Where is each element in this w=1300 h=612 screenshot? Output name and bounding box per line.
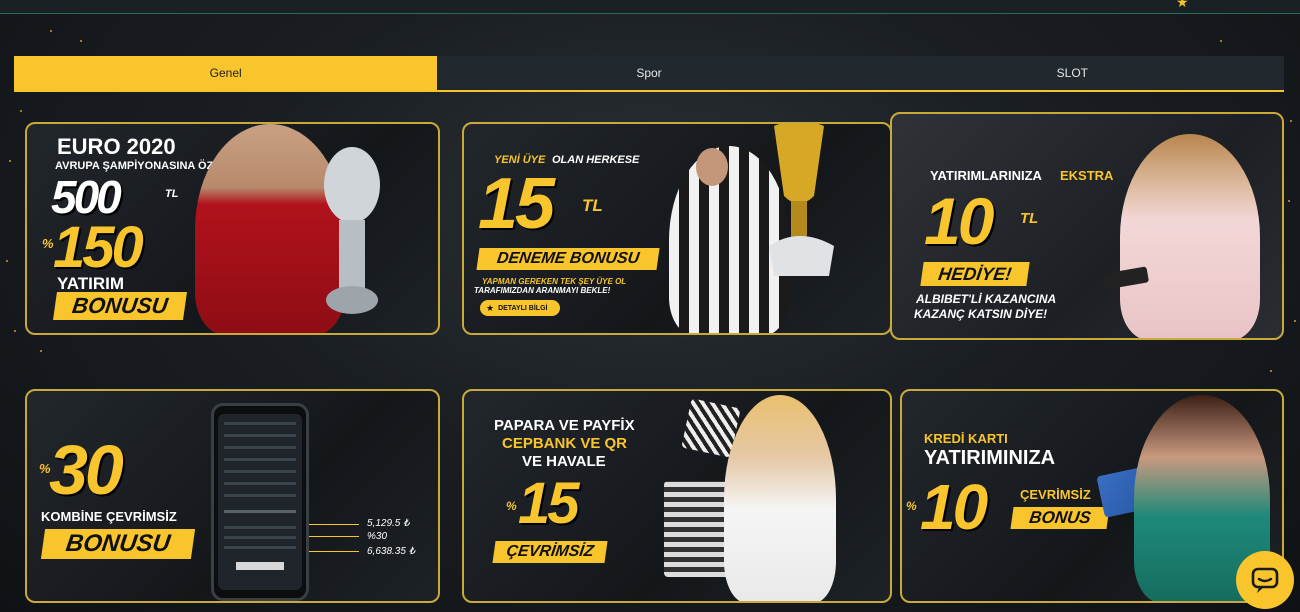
deneme-note1: YAPMAN GEREKEN TEK ŞEY ÜYE OL — [482, 277, 627, 286]
papara-line3: VE HAVALE — [522, 453, 606, 470]
kombine-val1: 5,129.5 ₺ — [367, 518, 410, 529]
deneme-badge: DENEME BONUSU — [476, 248, 660, 270]
kredi-line3: ÇEVRİMSİZ — [1020, 487, 1091, 502]
kredi-line2: YATIRIMINIZA — [924, 447, 1056, 469]
papara-amount: 15 — [518, 471, 579, 536]
euro-line1: YATIRIM — [57, 274, 125, 293]
promo-card-ekstra[interactable]: YATIRIMLARINIZA EKSTRA 10 TL HEDİYE! ALB… — [890, 112, 1284, 340]
kombine-val2: %30 — [367, 531, 388, 542]
ekstra-amount: 10 — [924, 184, 994, 258]
ekstra-line2: KAZANÇ KATSIN DİYE! — [914, 307, 1048, 321]
kombine-line1: KOMBİNE ÇEVRİMSİZ — [41, 509, 177, 524]
trophy-icon — [324, 147, 380, 314]
top-bar: ★ — [0, 0, 1300, 14]
promo-card-euro2020[interactable]: EURO 2020 AVRUPA ŞAMPİYONASINA ÖZEL 500 … — [25, 122, 440, 335]
live-chat-button[interactable] — [1236, 551, 1294, 609]
woman-photo — [724, 395, 836, 601]
tab-genel[interactable]: Genel — [14, 56, 438, 90]
trophy-icon — [769, 124, 834, 276]
promo-card-papara[interactable]: PAPARA VE PAYFİX CEPBANK VE QR VE HAVALE… — [462, 389, 892, 603]
euro-amount: 500 — [51, 171, 122, 223]
connector-line-3 — [309, 551, 359, 552]
kombine-val3: 6,638.35 ₺ — [367, 546, 416, 557]
euro-title: EURO 2020 — [57, 134, 176, 159]
deneme-note2: TARAFIMIZDAN ARANMAYI BEKLE! — [474, 286, 611, 295]
euro-percent-sign: % — [42, 236, 54, 251]
deneme-currency: TL — [582, 196, 603, 215]
promo-card-kombine[interactable]: % 30 KOMBİNE ÇEVRİMSİZ BONUSU 5,129.5 ₺ … — [25, 389, 440, 603]
promo-tabs: Genel Spor SLOT — [14, 56, 1284, 92]
ekstra-badge: HEDİYE! — [920, 262, 1030, 286]
kombine-badge: BONUSU — [40, 529, 196, 559]
deneme-detail-button[interactable]: ★ DETAYLI BİLGİ — [480, 300, 560, 316]
star-icon: ★ — [486, 302, 495, 313]
kombine-amount: 30 — [49, 431, 124, 509]
papara-percent-sign: % — [506, 499, 517, 513]
chat-bubble-icon — [1251, 567, 1279, 593]
kredi-badge: BONUS — [1010, 507, 1110, 529]
papara-line1: PAPARA VE PAYFİX — [494, 417, 635, 434]
deneme-amount: 15 — [478, 164, 555, 244]
ekstra-headline-white: YATIRIMLARINIZA — [930, 168, 1042, 183]
euro-percent: 150 — [53, 215, 144, 280]
tab-spor[interactable]: Spor — [437, 56, 860, 90]
woman-photo — [1120, 134, 1260, 338]
phone-mockup — [211, 403, 309, 601]
papara-badge: ÇEVRİMSİZ — [492, 541, 608, 563]
connector-line-1 — [309, 524, 359, 525]
ekstra-line1: ALBIBET'Lİ KAZANCINA — [916, 292, 1057, 306]
deneme-headline-white: OLAN HERKESE — [552, 154, 640, 166]
papara-line2: CEPBANK VE QR — [502, 435, 628, 452]
kredi-amount: 10 — [920, 471, 988, 543]
ekstra-headline-yellow: EKSTRA — [1060, 168, 1114, 183]
promo-card-deneme[interactable]: YENİ ÜYE OLAN HERKESE 15 TL DENEME BONUS… — [462, 122, 892, 335]
ekstra-currency: TL — [1020, 210, 1039, 227]
kredi-percent-sign: % — [906, 499, 917, 513]
connector-line-2 — [309, 536, 359, 537]
promo-card-kredi[interactable]: KREDİ KARTI YATIRIMINIZA % 10 ÇEVRİMSİZ … — [900, 389, 1284, 603]
star-icon[interactable]: ★ — [1176, 0, 1189, 11]
tab-slot[interactable]: SLOT — [861, 56, 1284, 90]
euro-currency: TL — [165, 188, 179, 200]
kredi-line1: KREDİ KARTI — [924, 431, 1008, 446]
euro-badge: BONUSU — [53, 292, 187, 320]
player-head — [696, 148, 728, 186]
